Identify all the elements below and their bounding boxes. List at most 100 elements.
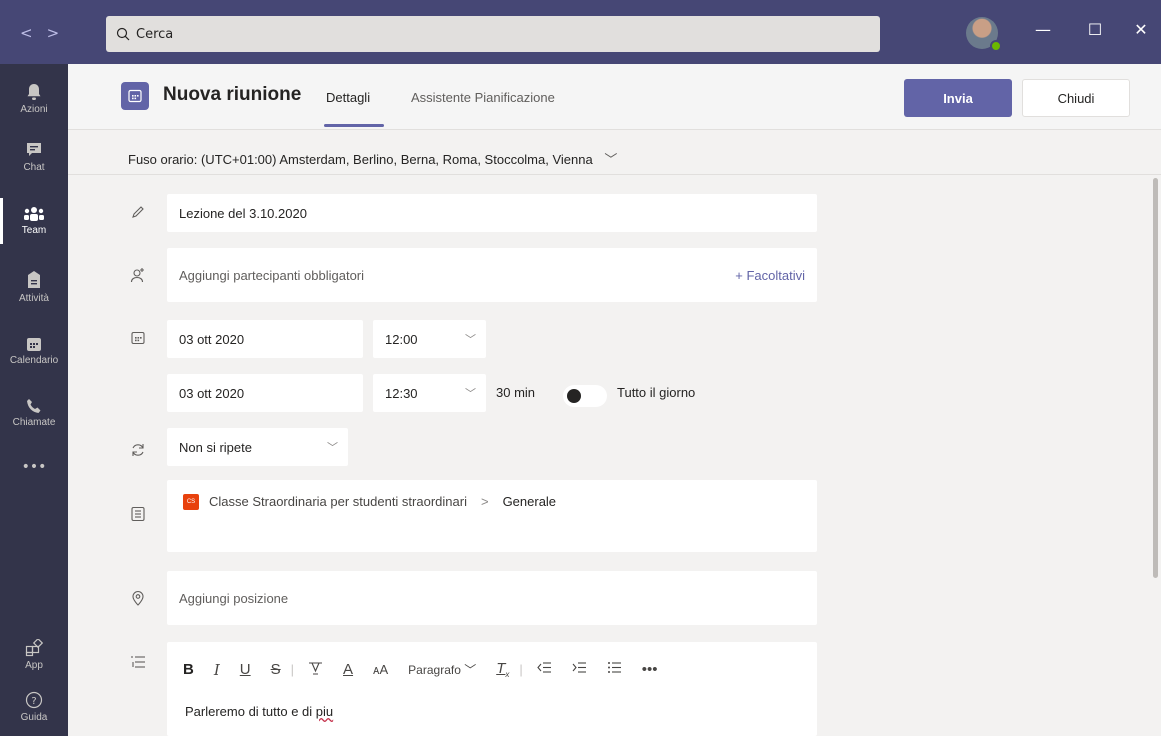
meeting-title-input[interactable]: Lezione del 3.10.2020: [167, 194, 817, 232]
minimize-button[interactable]: —: [1028, 20, 1058, 39]
end-date-picker[interactable]: 03 ott 2020: [167, 374, 363, 412]
calendar-icon: [121, 82, 149, 110]
bell-icon: [27, 84, 41, 100]
chat-icon: [27, 143, 41, 156]
chevron-down-icon: ﹀: [465, 334, 476, 346]
search-placeholder: Cerca: [136, 26, 174, 42]
maximize-button[interactable]: ☐: [1080, 20, 1110, 39]
attendees-input[interactable]: Aggiungi partecipanti obbligatori + Faco…: [167, 248, 817, 302]
timezone-selector[interactable]: Fuso orario: (UTC+01:00) Amsterdam, Berl…: [128, 149, 617, 168]
rail-label: App: [25, 660, 43, 671]
rail-label: Attività: [18, 293, 49, 304]
close-button[interactable]: Chiudi: [1022, 79, 1130, 117]
rail-item-azioni[interactable]: Azioni: [0, 68, 68, 130]
team-icon: CS: [183, 494, 199, 510]
tab-dettagli[interactable]: Dettagli: [323, 90, 385, 127]
chevron-down-icon: ﹀: [327, 442, 338, 454]
repeat-icon: [128, 440, 148, 460]
rail-item-chiamate[interactable]: Chiamate: [0, 382, 68, 444]
assignments-icon: [28, 271, 40, 288]
channel-team-name: Classe Straordinaria per studenti straor…: [209, 494, 467, 509]
font-size-icon[interactable]: ᴀA: [373, 662, 388, 677]
optional-attendees-link[interactable]: + Facoltativi: [735, 268, 805, 283]
more-apps-button[interactable]: •••: [0, 436, 68, 498]
add-person-icon: [128, 265, 148, 285]
repeat-value: Non si ripete: [179, 439, 252, 455]
italic-icon[interactable]: I: [214, 661, 220, 679]
description-body[interactable]: Parleremo di tutto e di piu: [185, 704, 333, 719]
chevron-down-icon: ﹀: [465, 388, 476, 400]
start-time-value: 12:00: [385, 331, 418, 347]
pencil-icon: [128, 202, 148, 222]
rail-label: Guida: [20, 712, 48, 723]
back-icon[interactable]: <: [20, 24, 47, 42]
meeting-form: Nuova riunione Dettagli Assistente Piani…: [68, 64, 1161, 736]
svg-text:?: ?: [31, 696, 36, 707]
format-toolbar: B I U S | A ᴀA Paragrafo ﹀ Tx | •••: [183, 660, 678, 679]
bold-icon[interactable]: B: [183, 661, 194, 678]
outdent-icon[interactable]: [537, 661, 552, 678]
close-window-button[interactable]: ✕: [1126, 20, 1156, 39]
calendar-icon: [27, 338, 41, 351]
rail-item-calendario[interactable]: Calendario: [0, 320, 68, 382]
meeting-title-value: Lezione del 3.10.2020: [179, 205, 307, 221]
channel-select[interactable]: CS Classe Straordinaria per studenti str…: [167, 480, 817, 552]
calendar-icon: [128, 328, 148, 348]
chevron-right-icon: >: [480, 494, 489, 509]
rail-label: Chat: [23, 162, 45, 173]
page-title: Nuova riunione: [163, 84, 302, 105]
more-options-icon[interactable]: •••: [642, 661, 658, 678]
rail-label: Chiamate: [12, 417, 56, 428]
tab-assistente-pianificazione[interactable]: Assistente Pianificazione: [411, 90, 555, 105]
rail-item-guida[interactable]: ? Guida: [0, 676, 68, 736]
duration-label: 30 min: [496, 385, 536, 400]
paragraph-select[interactable]: Paragrafo ﹀: [408, 661, 476, 678]
location-input[interactable]: Aggiungi posizione: [167, 571, 817, 625]
search-input[interactable]: Cerca: [106, 16, 880, 52]
toggle-knob: [567, 389, 581, 403]
timezone-label: Fuso orario: (UTC+01:00) Amsterdam, Berl…: [128, 152, 593, 167]
start-date-value: 03 ott 2020: [179, 331, 245, 347]
toolbar-divider: |: [290, 662, 295, 677]
apps-icon: [25, 639, 43, 657]
teams-icon: [24, 207, 44, 221]
channel-icon: [128, 504, 148, 524]
end-date-value: 03 ott 2020: [179, 385, 245, 401]
paragraph-label: Paragrafo: [408, 663, 461, 677]
start-time-select[interactable]: 12:00 ﹀: [373, 320, 486, 358]
repeat-select[interactable]: Non si ripete ﹀: [167, 428, 348, 466]
description-icon: [128, 652, 148, 672]
scrollbar[interactable]: [1153, 178, 1158, 578]
description-editor[interactable]: B I U S | A ᴀA Paragrafo ﹀ Tx | ••• Parl…: [167, 642, 817, 736]
phone-icon: [27, 399, 41, 413]
highlight-icon[interactable]: [308, 660, 323, 679]
divider: [68, 174, 1161, 175]
bullet-list-icon[interactable]: [607, 661, 622, 678]
start-date-picker[interactable]: 03 ott 2020: [167, 320, 363, 358]
clear-format-icon[interactable]: Tx: [496, 660, 509, 679]
channel-name: Generale: [502, 494, 557, 509]
app-rail: Azioni Chat Team Attività Calendario Chi…: [0, 64, 68, 736]
more-icon: •••: [21, 459, 47, 475]
nav-arrows: <>: [20, 24, 73, 42]
rail-item-team[interactable]: Team: [0, 190, 68, 252]
title-bar: <> Cerca — ☐ ✕: [0, 0, 1161, 64]
misspelled-word: piu: [315, 704, 334, 719]
strikethrough-icon[interactable]: S: [271, 661, 281, 678]
end-time-select[interactable]: 12:30 ﹀: [373, 374, 486, 412]
meeting-header: Nuova riunione Dettagli Assistente Piani…: [68, 64, 1161, 130]
rail-label: Team: [21, 225, 47, 236]
indent-icon[interactable]: [572, 661, 587, 678]
location-icon: [128, 588, 148, 608]
rail-item-chat[interactable]: Chat: [0, 126, 68, 188]
rail-label: Azioni: [20, 104, 48, 115]
forward-icon[interactable]: >: [47, 24, 74, 42]
underline-icon[interactable]: U: [240, 661, 251, 678]
font-color-icon[interactable]: A: [343, 661, 353, 678]
search-icon: [116, 27, 130, 41]
send-button[interactable]: Invia: [904, 79, 1012, 117]
status-badge: [990, 40, 1002, 52]
location-placeholder: Aggiungi posizione: [179, 590, 289, 606]
rail-item-attivita[interactable]: Attività: [0, 256, 68, 318]
all-day-toggle[interactable]: [563, 385, 607, 407]
